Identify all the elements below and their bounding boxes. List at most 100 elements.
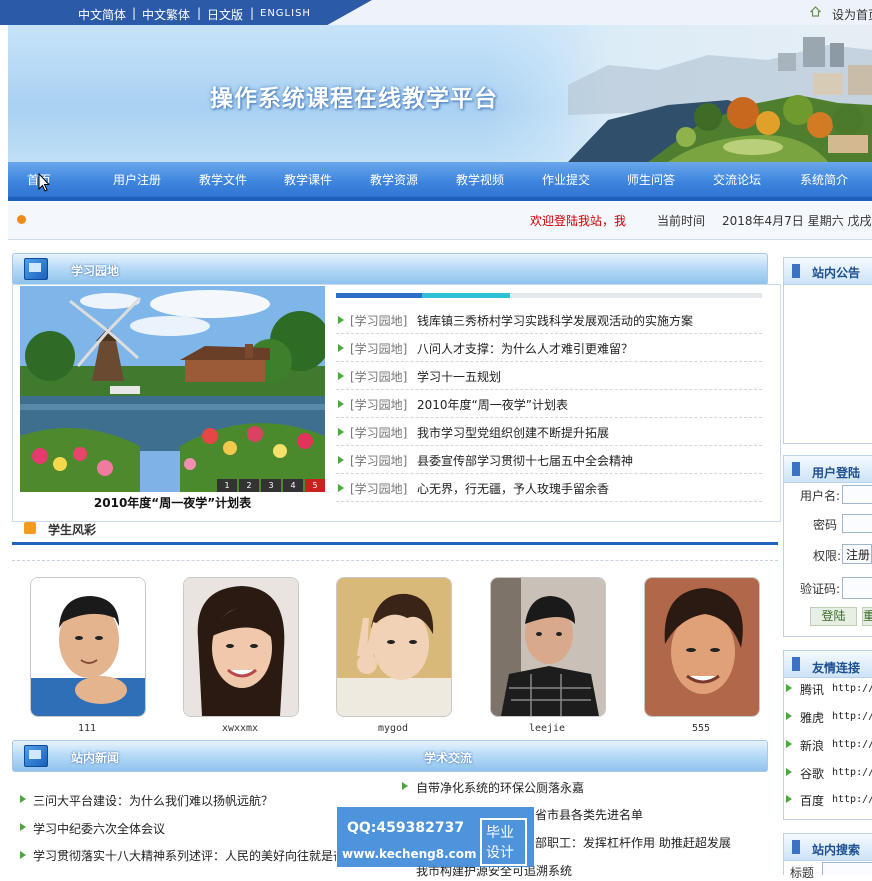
links-title: 友情连接 — [812, 661, 861, 675]
item-link[interactable]: 钱库镇三秀桥村学习实践科学发展观活动的实施方案 — [417, 312, 693, 329]
set-home-link[interactable]: 设为首页 — [832, 6, 872, 23]
news-link[interactable]: 学习中纪委六次全体会议 — [33, 820, 165, 837]
nav-qa[interactable]: 师生问答 — [627, 171, 675, 188]
news-link[interactable]: 学习贯彻落实十八大精神系列述评：人民的美好向往就是奋 — [33, 847, 336, 864]
item-link[interactable]: 心无界，行无疆，予人玫瑰手留余香 — [417, 480, 609, 497]
students-divider — [12, 542, 778, 545]
student-name[interactable]: mygod — [336, 723, 450, 734]
item-link[interactable]: 八问人才支撑：为什么人才难引更难留？ — [417, 340, 633, 357]
student-photo[interactable] — [644, 577, 760, 717]
academic-title: 学术交流 — [424, 751, 473, 765]
search-title: 站内搜索 — [812, 843, 861, 857]
slide-number-button[interactable]: 4 — [283, 479, 303, 492]
lang-simplified-link[interactable]: 中文简体 — [78, 6, 126, 23]
item-tag: [学习园地] — [350, 398, 408, 412]
student-portrait — [491, 578, 605, 716]
friend-link-name[interactable]: 雅虎 — [800, 709, 824, 726]
list-item[interactable]: [学习园地] 我市学习型党组织创建不断提升拓展 — [336, 418, 762, 446]
item-tag: [学习园地] — [350, 454, 408, 468]
bullet-arrow-icon — [786, 795, 792, 803]
student-name[interactable]: 555 — [644, 723, 758, 734]
lang-english-link[interactable]: ENGLISH — [260, 8, 311, 19]
student-photo[interactable] — [30, 577, 146, 717]
bullet-arrow-icon — [20, 823, 26, 831]
garden-list: [学习园地] 钱库镇三秀桥村学习实践科学发展观活动的实施方案 [学习园地] 八问… — [336, 306, 762, 502]
nav-courseware[interactable]: 教学课件 — [284, 171, 332, 188]
student-name[interactable]: xwxxmx — [183, 723, 297, 734]
student-photo[interactable] — [490, 577, 606, 717]
item-link[interactable]: 我市学习型党组织创建不断提升拓展 — [417, 424, 609, 441]
student-name[interactable]: leejie — [490, 723, 604, 734]
header-marker-icon — [792, 657, 800, 671]
item-link[interactable]: 县委宣传部学习贯彻十七届五中全会精神 — [417, 452, 633, 469]
search-field-label: 标题 — [790, 866, 815, 880]
watermark-line2: 设计 — [486, 845, 514, 861]
login-button[interactable]: 登陆 — [810, 607, 857, 626]
lang-separator: | — [197, 6, 202, 20]
notice-title: 站内公告 — [812, 266, 861, 280]
nav-videos[interactable]: 教学视频 — [456, 171, 504, 188]
list-item[interactable]: [学习园地] 八问人才支撑：为什么人才难引更难留？ — [336, 334, 762, 362]
news-link[interactable]: 三问大平台建设：为什么我们难以扬帆远航？ — [33, 792, 273, 809]
username-input[interactable] — [842, 485, 872, 504]
item-link[interactable]: 2010年度“周一夜学”计划表 — [417, 396, 568, 413]
student-portrait — [31, 578, 145, 716]
student-portrait — [645, 578, 759, 716]
reset-button[interactable]: 重 — [862, 607, 872, 626]
news-header — [12, 740, 768, 772]
friend-link-name[interactable]: 腾讯 — [800, 681, 824, 698]
student-name[interactable]: 111 — [30, 723, 144, 734]
academic-link[interactable]: 部职工：发挥杠杆作用 助推赶超发展 — [535, 834, 731, 851]
nav-about[interactable]: 系统简介 — [800, 171, 848, 188]
bullet-arrow-icon — [786, 768, 792, 776]
slide-number-button[interactable]: 2 — [239, 479, 259, 492]
friend-link-name[interactable]: 谷歌 — [800, 765, 824, 782]
nav-homework[interactable]: 作业提交 — [542, 171, 590, 188]
list-progress-segment — [336, 293, 422, 298]
password-input[interactable] — [842, 514, 872, 533]
bullet-arrow-icon — [338, 456, 344, 464]
item-link[interactable]: 学习十一五规划 — [417, 368, 501, 385]
home-icon — [810, 6, 821, 17]
list-item[interactable]: [学习园地] 学习十一五规划 — [336, 362, 762, 390]
nav-resources[interactable]: 教学资源 — [370, 171, 418, 188]
nav-teaching-files[interactable]: 教学文件 — [199, 171, 247, 188]
friend-link-url[interactable]: http:// — [832, 739, 872, 750]
search-input[interactable] — [822, 862, 872, 875]
list-item[interactable]: [学习园地] 心无界，行无疆，予人玫瑰手留余香 — [336, 474, 762, 502]
friend-link-url[interactable]: http:// — [832, 683, 872, 694]
captcha-input[interactable] — [842, 577, 872, 599]
bullet-arrow-icon — [402, 782, 408, 790]
student-photo[interactable] — [336, 577, 452, 717]
academic-link[interactable]: 自带净化系统的环保公厕落永嘉 — [416, 779, 584, 796]
academic-link[interactable]: 省市县各类先进名单 — [535, 806, 643, 823]
friend-link-url[interactable]: http:// — [832, 767, 872, 778]
role-select[interactable]: 注册 — [842, 544, 872, 564]
login-title: 用户登陆 — [812, 466, 861, 480]
bullet-arrow-icon — [338, 484, 344, 492]
lang-japanese-link[interactable]: 日文版 — [207, 6, 243, 23]
list-item[interactable]: [学习园地] 2010年度“周一夜学”计划表 — [336, 390, 762, 418]
username-label: 用户名: — [800, 489, 841, 503]
friend-link-url[interactable]: http:// — [832, 711, 872, 722]
student-photo[interactable] — [183, 577, 299, 717]
slide-number-button[interactable]: 1 — [217, 479, 237, 492]
bullet-arrow-icon — [20, 795, 26, 803]
friend-link-name[interactable]: 新浪 — [800, 737, 824, 754]
friend-link-name[interactable]: 百度 — [800, 792, 824, 809]
lang-separator: | — [132, 6, 137, 20]
ticker-bullet-icon — [17, 215, 26, 224]
slideshow-image[interactable]: 1 2 3 4 5 — [20, 286, 325, 492]
nav-register[interactable]: 用户注册 — [113, 171, 161, 188]
lang-traditional-link[interactable]: 中文繁体 — [142, 6, 190, 23]
list-item[interactable]: [学习园地] 钱库镇三秀桥村学习实践科学发展观活动的实施方案 — [336, 306, 762, 334]
friend-link-url[interactable]: http:// — [832, 794, 872, 805]
windmill-landscape — [20, 286, 325, 492]
slide-number-button[interactable]: 3 — [261, 479, 281, 492]
slideshow-caption[interactable]: 2010年度“周一夜学”计划表 — [20, 494, 325, 511]
nav-forum[interactable]: 交流论坛 — [713, 171, 761, 188]
dashed-divider — [12, 560, 778, 561]
list-item[interactable]: [学习园地] 县委宣传部学习贯彻十七届五中全会精神 — [336, 446, 762, 474]
bullet-arrow-icon — [786, 740, 792, 748]
slide-number-button-active[interactable]: 5 — [305, 479, 325, 492]
